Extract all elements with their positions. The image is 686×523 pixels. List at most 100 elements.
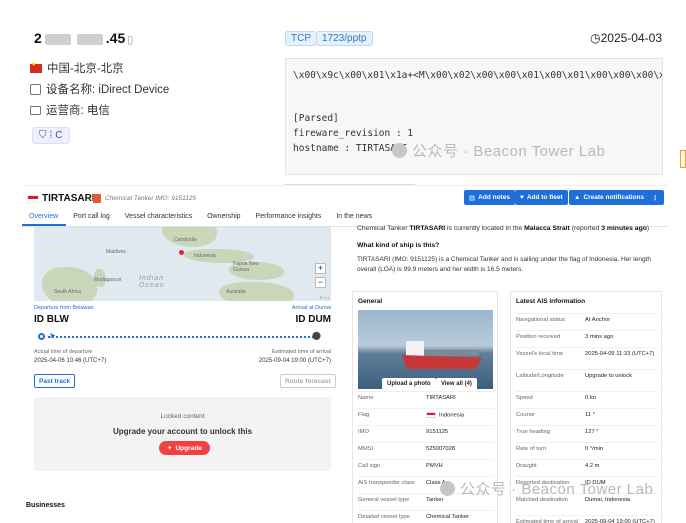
destination-pin-icon: ⬤ (312, 331, 321, 340)
zoom-in-button[interactable]: + (315, 263, 326, 274)
copy-icon[interactable]: ▯ (127, 34, 133, 46)
flag-value: Indonesia (439, 412, 465, 419)
tab-port-call-log[interactable]: Port call log (66, 210, 118, 226)
general-key: Detailed vessel type (358, 514, 410, 520)
general-value: TIRTASARI (426, 395, 456, 401)
tab-in-the-news[interactable]: In the news (329, 210, 380, 226)
tag-port[interactable]: 1723/pptp (316, 31, 373, 46)
general-key: Name (358, 395, 374, 401)
vessel-position-marker[interactable] (179, 250, 184, 255)
vessel-page: TIRTASARI Chemical Tanker IMO: 9151125 ▤… (22, 185, 668, 523)
add-notes-button[interactable]: ▤ Add notes (464, 190, 515, 205)
create-notifications-label: Create notifications (583, 194, 645, 201)
watermark: 公众号 · Beacon Tower Lab (440, 478, 653, 499)
create-notifications-button[interactable]: ▲ Create notifications (569, 190, 650, 205)
location-row: 中国-北京-北京 (30, 60, 124, 76)
indonesia-flag-icon (426, 412, 436, 418)
eta-label: Estimated time of arrival (272, 349, 331, 355)
map-label: Cambodia (174, 237, 197, 243)
general-value: 9151125 (426, 429, 449, 435)
redaction-block (44, 33, 71, 45)
vessel-map[interactable]: Cambodia Maldives Indonesia Papua New Gu… (34, 227, 331, 301)
tag-tcp[interactable]: TCP (285, 31, 317, 46)
tab-vessel-characteristics[interactable]: Vessel characteristics (118, 210, 200, 226)
banner-raw: \x00\x9c\x00\x01\x1a+<M\x00\x02\x00\x00\… (293, 70, 663, 81)
locked-content-panel: Locked content Upgrade your account to u… (34, 397, 331, 471)
more-menu-button[interactable]: ⋮ (647, 190, 664, 205)
protocol-chip-label: C (55, 130, 63, 141)
watermark-text: 公众号 · Beacon Tower Lab (460, 481, 654, 498)
ais-value: 3 mins ago (585, 334, 614, 340)
sparkle-icon: ✦ (167, 445, 173, 452)
atd-label: Actual time of departure (34, 349, 93, 355)
parsed-header: [Parsed] (293, 113, 339, 124)
operator-icon (30, 105, 41, 115)
general-title: General (358, 298, 383, 305)
device-icon (30, 83, 41, 95)
ip-address[interactable]: 2 .45 ▯ (34, 30, 133, 46)
ais-title: Latest AIS information (516, 298, 586, 305)
ais-key: Draught (516, 463, 537, 469)
china-flag-icon (30, 61, 42, 73)
upgrade-button[interactable]: ✦ Upgrade (159, 441, 210, 455)
shield-icon: ⛉ (39, 130, 47, 141)
add-to-fleet-label: Add to fleet (526, 194, 563, 201)
row-divider (358, 476, 494, 477)
summary-text: (reported (569, 225, 602, 232)
map-label: South Africa (54, 289, 81, 295)
ais-value: At Anchor (585, 317, 611, 323)
upgrade-to-unlock-link[interactable]: Upgrade to unlock (585, 373, 657, 380)
ais-value: 2025-09-04 19:00 (UTC+7) (585, 519, 655, 523)
row-divider (516, 347, 658, 348)
row-divider (516, 442, 658, 443)
summary-text: is currently located in the (445, 225, 525, 232)
add-to-fleet-button[interactable]: ♥ Add to fleet (515, 190, 568, 205)
row-divider (358, 459, 494, 460)
map-label: Papua New Guinea (233, 261, 259, 273)
row-divider (516, 391, 658, 392)
tab-overview[interactable]: Overview (22, 210, 67, 226)
vessel-name: TIRTASARI (42, 193, 95, 204)
upload-photo-label: Upload a photo (387, 381, 431, 387)
departure-label: Departure from Belawan (34, 305, 94, 311)
map-label: Australia (226, 289, 246, 295)
row-divider (516, 515, 658, 516)
host-record: 2 .45▯ 中国-北京-北京 设备名称: iDirect Device 运营商:… (0, 0, 686, 185)
ais-key: Navigational status (516, 317, 565, 323)
vessel-summary: Chemical Tanker TIRTASARI is currently l… (357, 225, 649, 232)
tab-performance-insights[interactable]: Performance insights (249, 210, 330, 226)
protocol-chip[interactable]: ⛉ ⁞ C (32, 127, 70, 144)
general-key: Call sign (358, 463, 381, 469)
device-row: 设备名称: iDirect Device (30, 81, 169, 97)
heart-icon: ♥ (520, 194, 524, 201)
route-line (48, 336, 314, 338)
side-marker (680, 150, 686, 168)
upload-photo-button[interactable]: Upload a photo (382, 378, 436, 389)
tab-ownership[interactable]: Ownership (200, 210, 248, 226)
ais-key: True heading (516, 429, 550, 435)
ship-superstructure (406, 341, 424, 356)
general-value: 525007028 (426, 446, 456, 452)
add-notes-label: Add notes (478, 194, 510, 201)
view-all-photos-button[interactable]: View all (4) (436, 378, 477, 389)
row-divider (516, 408, 658, 409)
ais-value: 2025-04-09 11:33 (UTC+7) (585, 351, 655, 357)
row-divider (516, 459, 658, 460)
summary-vessel-name: TIRTASARI (409, 225, 446, 232)
map-label: Indian Ocean (139, 275, 165, 289)
vessel-photo[interactable]: Upload a photo View all (4) (358, 310, 493, 389)
summary-text: ) (646, 225, 650, 232)
ais-key: Latitude/Longitude (516, 373, 564, 379)
zoom-out-button[interactable]: − (315, 277, 326, 288)
past-track-button[interactable]: Past track (34, 374, 76, 388)
ais-key: Course (516, 412, 535, 418)
vessel-header: TIRTASARI Chemical Tanker IMO: 9151125 ▤… (22, 186, 668, 210)
row-divider (516, 369, 658, 370)
route-forecast-label: Route forecast (285, 377, 331, 385)
general-key: MMSI (358, 446, 374, 452)
route-forecast-button[interactable]: Route forecast (280, 374, 336, 388)
map-label: Madagascar (94, 277, 122, 283)
bell-icon: ▲ (574, 194, 581, 201)
past-track-label: Past track (39, 377, 71, 385)
row-divider (358, 425, 494, 426)
